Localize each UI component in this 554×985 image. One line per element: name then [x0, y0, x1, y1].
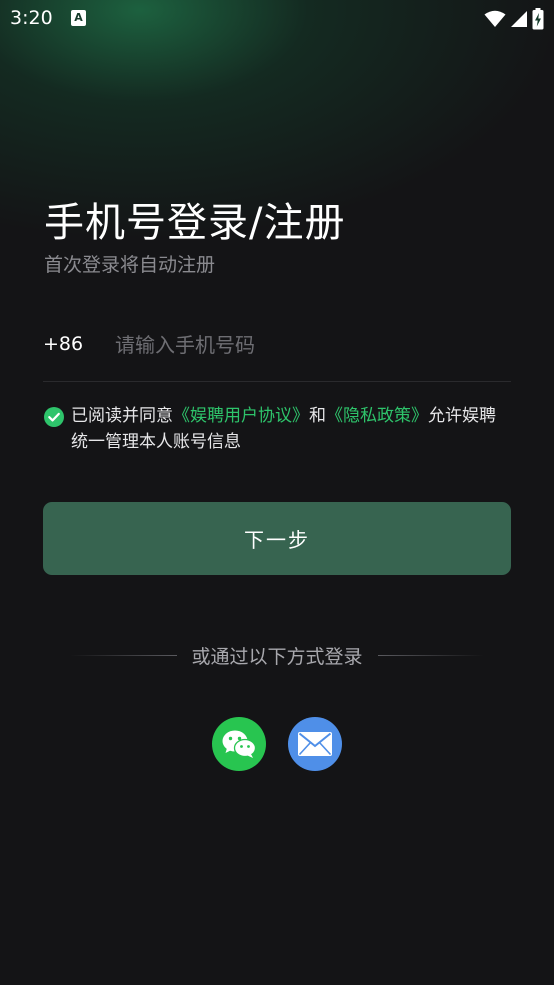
divider-line-left: [70, 654, 177, 656]
alt-login-label: 或通过以下方式登录: [191, 645, 363, 668]
wechat-login-button[interactable]: [212, 717, 266, 771]
email-login-button[interactable]: [288, 717, 342, 771]
agreement-conjunction: 和: [309, 406, 326, 426]
phone-input-row: +86: [43, 322, 511, 382]
page-subtitle: 首次登录将自动注册: [44, 254, 216, 276]
status-icons: [484, 7, 544, 31]
agreement-prefix: 已阅读并同意: [71, 406, 173, 426]
country-code[interactable]: +86: [43, 333, 83, 355]
mail-icon: [298, 732, 332, 756]
signal-icon: [511, 11, 527, 27]
next-button[interactable]: 下一步: [43, 502, 511, 575]
check-circle-icon[interactable]: [44, 407, 64, 427]
status-time: 3:20: [10, 7, 53, 29]
privacy-policy-link[interactable]: 《隐私政策》: [326, 406, 428, 426]
phone-input[interactable]: [115, 324, 505, 366]
battery-icon: [532, 8, 544, 30]
agreement-text: 已阅读并同意《娱聘用户协议》和《隐私政策》允许娱聘统一管理本人账号信息: [71, 403, 511, 455]
notification-a-icon: A: [71, 10, 86, 26]
status-bar: 3:20 A: [0, 0, 554, 40]
wifi-icon: [484, 10, 506, 27]
login-screen: 3:20 A 手机号登录/注册 首次登录将自动注册 +86 已阅读并: [0, 0, 554, 985]
divider-line-right: [377, 654, 485, 656]
user-agreement-link[interactable]: 《娱聘用户协议》: [173, 406, 309, 426]
alt-login-divider: 或通过以下方式登录: [70, 640, 485, 670]
page-title: 手机号登录/注册: [44, 200, 346, 246]
wechat-icon: [222, 730, 257, 758]
